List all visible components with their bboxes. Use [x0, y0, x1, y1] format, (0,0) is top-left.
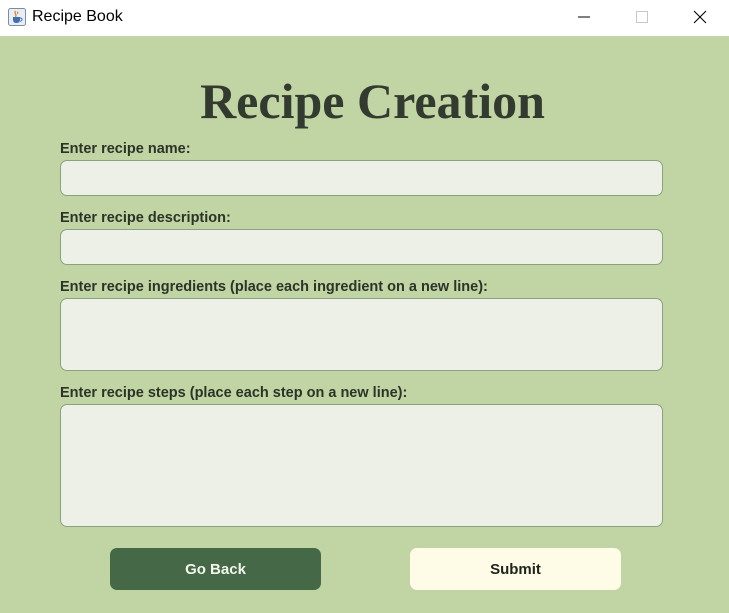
- title-bar: Recipe Book: [0, 0, 729, 36]
- page-title: Recipe Creation: [200, 73, 545, 129]
- recipe-description-label: Enter recipe description:: [60, 210, 231, 226]
- maximize-icon: [636, 11, 648, 23]
- window-title: Recipe Book: [32, 8, 123, 25]
- minimize-button[interactable]: [555, 0, 613, 36]
- recipe-book-window: Recipe Book Recipe Creation Enter recipe…: [0, 0, 729, 613]
- recipe-steps-textarea[interactable]: [60, 404, 663, 527]
- go-back-button[interactable]: Go Back: [110, 548, 321, 590]
- java-cup-icon: [8, 8, 26, 26]
- recipe-name-input[interactable]: [60, 160, 663, 196]
- maximize-button[interactable]: [613, 0, 671, 36]
- submit-button[interactable]: Submit: [410, 548, 621, 590]
- recipe-ingredients-textarea[interactable]: [60, 298, 663, 371]
- minimize-icon: [578, 16, 590, 18]
- recipe-steps-label: Enter recipe steps (place each step on a…: [60, 385, 408, 401]
- recipe-name-label: Enter recipe name:: [60, 141, 191, 157]
- recipe-description-input[interactable]: [60, 229, 663, 265]
- recipe-ingredients-label: Enter recipe ingredients (place each ing…: [60, 279, 488, 295]
- close-button[interactable]: [671, 0, 729, 36]
- recipe-form: Recipe Creation Enter recipe name: Enter…: [0, 36, 729, 613]
- close-icon: [693, 10, 707, 24]
